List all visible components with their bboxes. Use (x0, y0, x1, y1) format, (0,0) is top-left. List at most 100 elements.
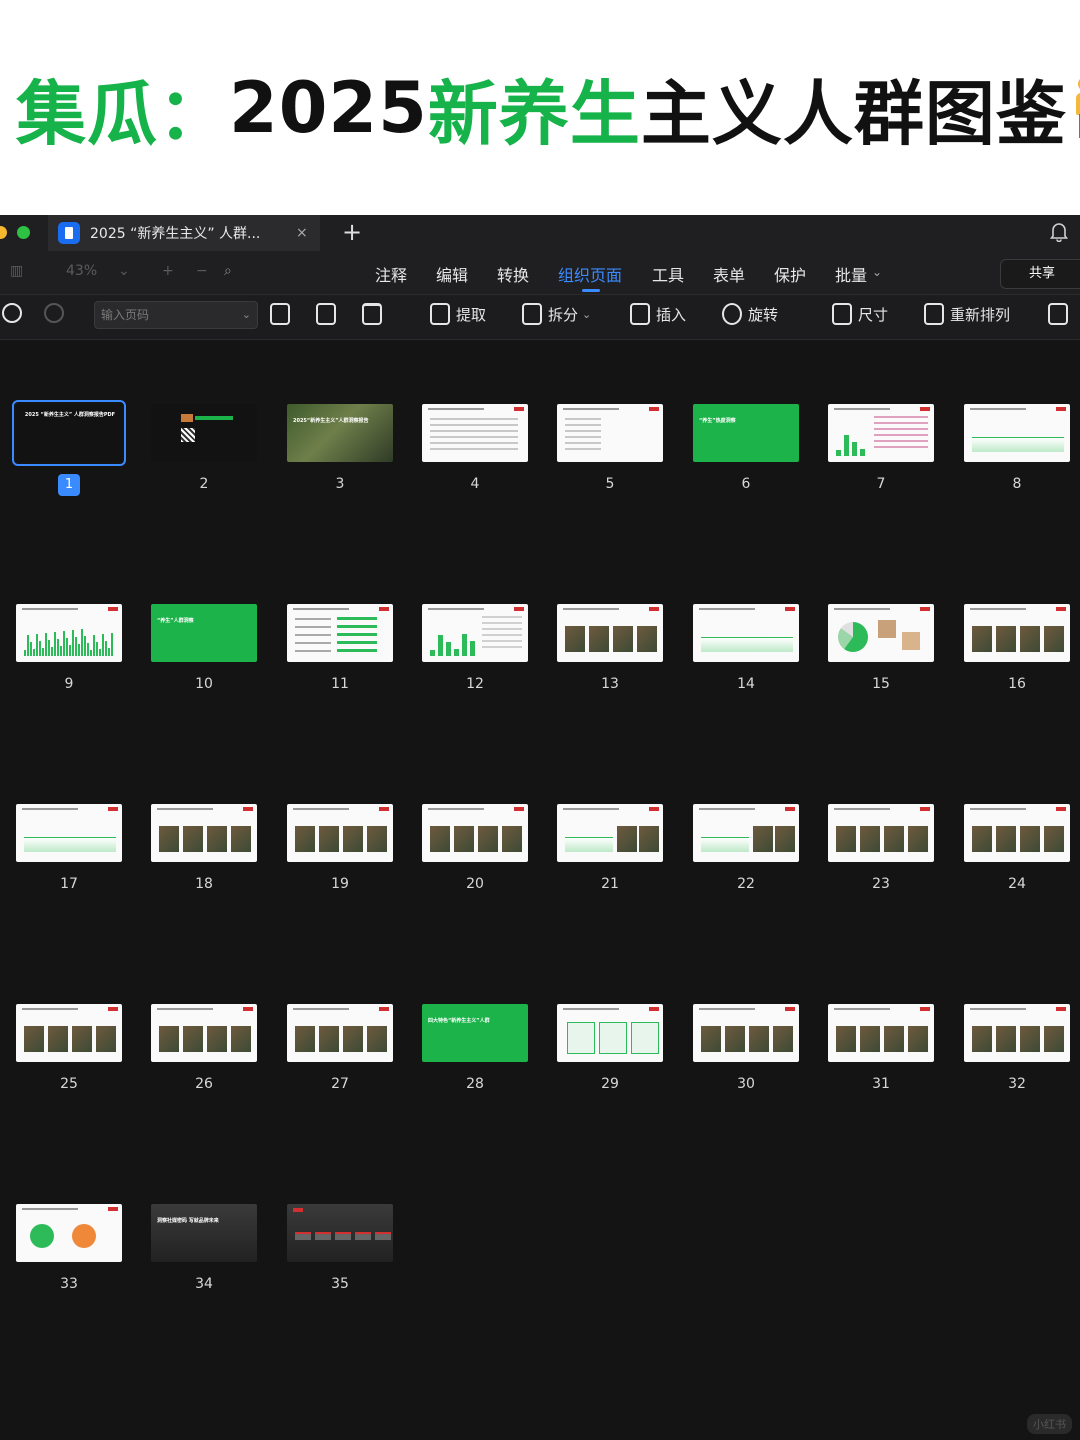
menu-protect[interactable]: 保护 (774, 262, 806, 286)
rearrange-icon (924, 303, 944, 325)
menu-batch[interactable]: 批量 (835, 262, 867, 286)
page-number-label: 10 (195, 676, 213, 692)
page-thumbnail[interactable]: 四大特色“新养生主义”人群 (422, 1004, 528, 1062)
page-number-label: 6 (741, 476, 751, 492)
insert-button[interactable]: 插入 (630, 303, 686, 325)
thumbnail-title: 2025 “新养生主义” 人群洞察报告PDF (24, 412, 116, 418)
page-thumbnail[interactable] (287, 804, 393, 862)
page-thumbnail[interactable] (287, 604, 393, 662)
size-button[interactable]: 尺寸 (832, 303, 888, 325)
zoom-window-button[interactable] (17, 226, 30, 239)
page-thumbnail[interactable]: 2025“新养生主义”人群洞察报告 (287, 404, 393, 462)
sidebar-toggle-icon[interactable]: ▥ (10, 263, 23, 279)
page-number-label: 7 (876, 476, 886, 492)
page-number-label: 25 (60, 1076, 78, 1092)
split-chevron-down-icon: ⌄ (582, 307, 592, 321)
page-thumbnail[interactable] (828, 804, 934, 862)
page-thumbnail[interactable] (964, 604, 1070, 662)
page-thumbnail[interactable] (964, 804, 1070, 862)
menu-forms[interactable]: 表单 (713, 262, 745, 286)
pdf-app-window: 2025 “新养生主义” 人群... × + ▥ 43% ⌄ + − ⌕ 注释 … (0, 215, 1080, 1440)
title-highlight: 新养生 (427, 72, 641, 155)
page-thumbnail[interactable] (557, 404, 663, 462)
split-button[interactable]: 拆分 ⌄ (522, 303, 591, 325)
menu-convert[interactable]: 转换 (497, 262, 529, 286)
zoom-dropdown-icon[interactable]: ⌄ (118, 263, 130, 279)
page-number-label: 3 (335, 476, 345, 492)
page-thumbnail[interactable] (693, 1004, 799, 1062)
page-thumbnail[interactable] (557, 804, 663, 862)
menu-edit[interactable]: 编辑 (436, 262, 468, 286)
zoom-out-icon[interactable]: − (196, 263, 208, 279)
document-tab[interactable]: 2025 “新养生主义” 人群... × (48, 215, 320, 251)
page-input-chevron-icon[interactable]: ⌄ (242, 302, 251, 328)
menu-tools[interactable]: 工具 (652, 262, 684, 286)
page-number-label: 2 (199, 476, 209, 492)
page-thumbnail[interactable] (16, 804, 122, 862)
page-number-label: 18 (195, 876, 213, 892)
page-thumbnail[interactable] (693, 804, 799, 862)
batch-chevron-down-icon[interactable]: ⌄ (872, 265, 882, 279)
page-thumbnail[interactable] (422, 604, 528, 662)
page-number-label: 27 (331, 1076, 349, 1092)
page-thumbnail[interactable] (151, 804, 257, 862)
page-thumbnail[interactable] (828, 1004, 934, 1062)
page-thumbnail[interactable] (287, 1204, 393, 1262)
page-thumbnail[interactable] (151, 1004, 257, 1062)
page-thumbnail[interactable] (557, 604, 663, 662)
title-year: 2025 (229, 67, 428, 149)
page-number-label: 29 (601, 1076, 619, 1092)
zoom-in-icon[interactable]: + (162, 263, 174, 279)
people-emoji-icon (1073, 77, 1080, 139)
page-thumbnail[interactable]: “养生”热度洞察 (693, 404, 799, 462)
page-thumbnail[interactable] (828, 404, 934, 462)
new-tab-button[interactable]: + (342, 217, 362, 247)
zoom-out-page-icon[interactable] (44, 303, 70, 323)
page-thumbnail[interactable] (16, 604, 122, 662)
bell-icon[interactable] (1050, 222, 1068, 242)
more-tools-icon[interactable] (1048, 303, 1074, 325)
page-thumbnail[interactable] (422, 804, 528, 862)
rearrange-button[interactable]: 重新排列 (924, 303, 1010, 325)
organize-toolbar: 输入页码 ⌄ 提取 拆分 ⌄ 插入 旋转 尺寸 重新排列 (0, 295, 1080, 340)
minimize-window-button[interactable] (0, 226, 7, 239)
page-thumbnail[interactable] (287, 1004, 393, 1062)
page-thumbnail[interactable] (16, 1204, 122, 1262)
page-number-label: 4 (470, 476, 480, 492)
extract-icon (430, 303, 450, 325)
page-thumbnail[interactable]: 2025 “新养生主义” 人群洞察报告PDF (12, 400, 126, 466)
insert-before-icon[interactable] (270, 303, 296, 325)
share-button[interactable]: 共享 (1000, 259, 1080, 289)
search-icon[interactable]: ⌕ (224, 263, 232, 279)
page-number-label: 16 (1008, 676, 1026, 692)
extract-button[interactable]: 提取 (430, 303, 486, 325)
page-number-label: 12 (466, 676, 484, 692)
insert-after-icon[interactable] (316, 303, 342, 325)
page-thumbnail[interactable] (964, 404, 1070, 462)
page-thumbnail[interactable]: “养生”人群洞察 (151, 604, 257, 662)
page-thumbnail[interactable] (828, 604, 934, 662)
menu-organize-pages[interactable]: 组织页面 (558, 262, 622, 286)
menu-annotate[interactable]: 注释 (375, 262, 407, 286)
page-thumbnail[interactable] (151, 404, 257, 462)
delete-page-icon[interactable] (362, 303, 388, 325)
close-tab-icon[interactable]: × (296, 225, 308, 241)
page-number-input[interactable]: 输入页码 ⌄ (94, 301, 258, 329)
title-rest: 主义人群图鉴 (640, 72, 1067, 155)
zoom-level[interactable]: 43% (66, 263, 97, 279)
thumbnail-title: 四大特色“新养生主义”人群 (428, 1018, 490, 1024)
page-number-label: 17 (60, 876, 78, 892)
zoom-in-page-icon[interactable] (2, 303, 28, 323)
page-thumbnail[interactable]: 洞察社媒密码 写就品牌未来 (151, 1204, 257, 1262)
thumbnail-title: “养生”人群洞察 (157, 618, 194, 624)
page-thumbnail[interactable] (557, 1004, 663, 1062)
page-thumbnail[interactable] (964, 1004, 1070, 1062)
watermark: 小红书 (1027, 1414, 1072, 1434)
page-number-label: 34 (195, 1276, 213, 1292)
split-icon (522, 303, 542, 325)
page-thumbnail[interactable] (422, 404, 528, 462)
rotate-button[interactable]: 旋转 (722, 303, 778, 325)
page-thumbnail[interactable] (16, 1004, 122, 1062)
page-thumbnail[interactable] (693, 604, 799, 662)
page-number-label: 5 (605, 476, 615, 492)
